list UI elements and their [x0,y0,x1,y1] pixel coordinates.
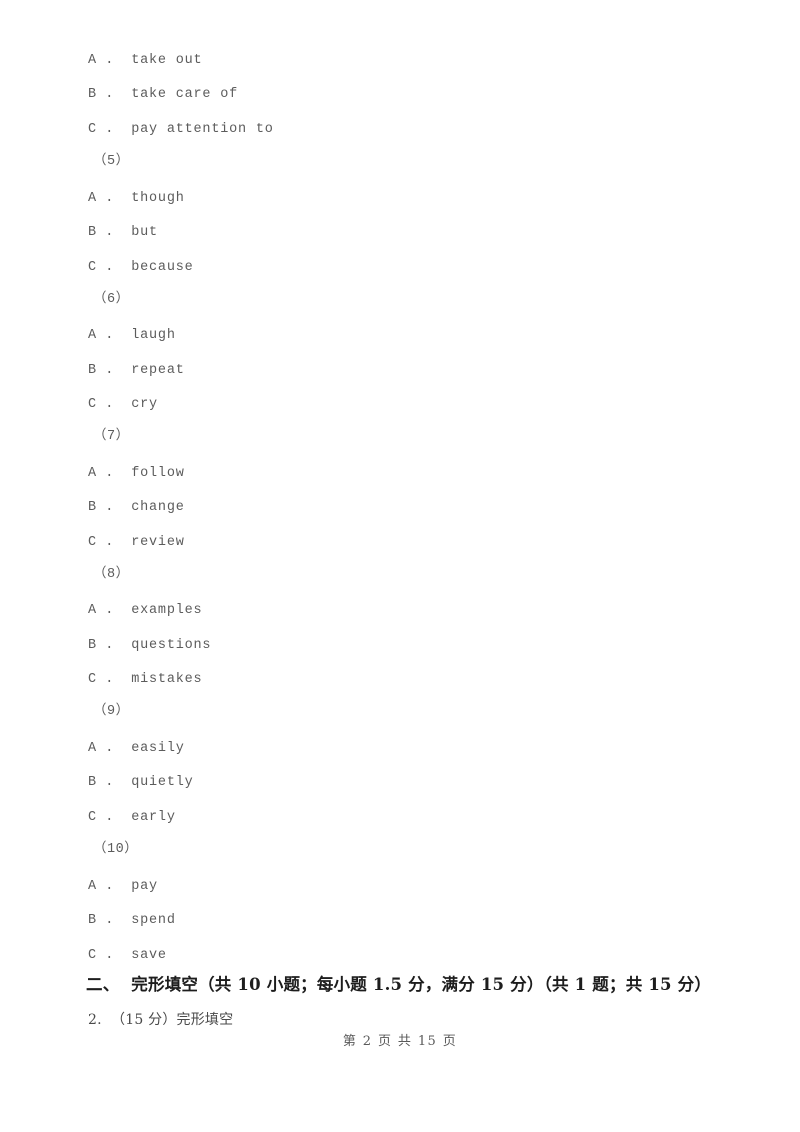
option-text: change [131,500,185,515]
option-text: easily [131,741,185,756]
answer-option[interactable]: C . save [88,949,167,963]
option-label: B . [88,500,114,515]
option-label: B . [88,638,114,653]
option-text: pay [131,879,158,894]
sub-question-number: （6） [93,292,130,307]
answer-option[interactable]: A . pay [88,880,158,894]
option-text: though [131,191,185,206]
option-text: take care of [131,87,239,102]
option-text: quietly [131,775,194,790]
option-label: A . [88,466,114,481]
answer-option[interactable]: A . examples [88,604,202,618]
answer-option[interactable]: B . repeat [88,364,185,378]
answer-option[interactable]: A . take out [88,54,202,68]
option-label: B . [88,775,114,790]
option-text: repeat [131,363,185,378]
option-label: A . [88,741,114,756]
sub-question-number: （9） [93,704,130,719]
option-label: C . [88,122,114,137]
option-label: A . [88,328,114,343]
answer-option[interactable]: A . easily [88,742,185,756]
option-label: A . [88,191,114,206]
sub-question-number: （5） [93,154,130,169]
answer-option[interactable]: A . though [88,192,185,206]
option-label: C . [88,810,114,825]
option-text: because [131,260,194,275]
page-footer: 第 2 页 共 15 页 [342,1034,458,1049]
option-text: laugh [131,328,176,343]
option-text: but [131,225,158,240]
option-label: B . [88,225,114,240]
option-text: mistakes [131,672,203,687]
answer-option[interactable]: A . follow [88,467,185,481]
option-label: C . [88,397,114,412]
option-label: A . [88,879,114,894]
option-text: pay attention to [131,122,274,137]
option-label: C . [88,672,114,687]
option-label: C . [88,260,114,275]
sub-question-number: （8） [93,567,130,582]
option-label: B . [88,913,114,928]
option-text: save [131,948,167,963]
section-heading-cloze: 二、 完形填空（共 10 小题；每小题 1.5 分，满分 15 分）（共 1 题… [86,975,712,994]
answer-option[interactable]: B . spend [88,914,176,928]
option-label: B . [88,87,114,102]
answer-option[interactable]: B . quietly [88,776,194,790]
answer-option[interactable]: B . but [88,226,158,240]
document-page: A . take out B . take care of C . pay atte… [0,0,800,1132]
answer-option[interactable]: C . cry [88,398,158,412]
answer-option[interactable]: C . early [88,811,176,825]
option-text: questions [131,638,212,653]
option-text: follow [131,466,185,481]
option-label: A . [88,603,114,618]
option-text: take out [131,53,203,68]
answer-option[interactable]: A . laugh [88,329,176,343]
answer-option[interactable]: C . pay attention to [88,123,274,137]
answer-option[interactable]: C . because [88,261,194,275]
option-label: B . [88,363,114,378]
option-label: A . [88,53,114,68]
option-label: C . [88,948,114,963]
option-text: examples [131,603,203,618]
option-text: cry [131,397,158,412]
question-item-2: 2. （15 分）完形填空 [88,1012,234,1028]
answer-option[interactable]: B . questions [88,639,211,653]
answer-option[interactable]: C . review [88,536,185,550]
sub-question-number: （10） [93,842,139,857]
answer-option[interactable]: C . mistakes [88,673,202,687]
option-text: early [131,810,176,825]
option-label: C . [88,535,114,550]
answer-option[interactable]: B . take care of [88,88,238,102]
option-text: spend [131,913,176,928]
answer-option[interactable]: B . change [88,501,185,515]
sub-question-number: （7） [93,429,130,444]
option-text: review [131,535,185,550]
